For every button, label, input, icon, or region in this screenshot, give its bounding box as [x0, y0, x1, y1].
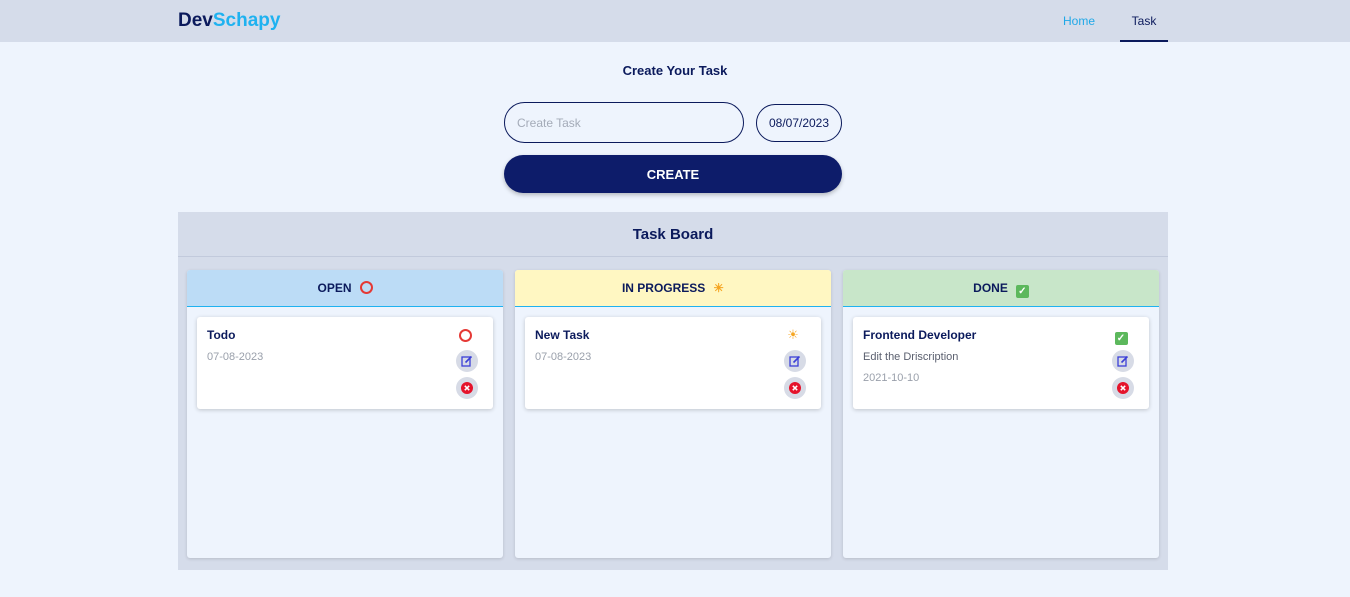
- column-done-header: DONE ✓: [843, 270, 1159, 307]
- check-mark-icon: ✓: [1015, 281, 1029, 298]
- delete-button[interactable]: [1112, 377, 1134, 399]
- column-open-label: OPEN: [317, 281, 352, 295]
- sun-icon: ☀: [713, 281, 725, 295]
- task-card[interactable]: Todo 07-08-2023: [197, 317, 493, 409]
- red-circle-icon: [457, 327, 473, 343]
- delete-button[interactable]: [784, 377, 806, 399]
- task-card-title: Frontend Developer: [863, 328, 977, 342]
- task-card-date: 07-08-2023: [207, 351, 264, 363]
- create-task-heading: Create Your Task: [622, 63, 728, 78]
- column-open-header: OPEN: [187, 270, 503, 307]
- red-circle-icon: [359, 281, 373, 295]
- nav-task-link[interactable]: Task: [1120, 0, 1168, 42]
- task-card-title: New Task: [535, 328, 590, 342]
- column-open: OPEN Todo 07-08-2023: [187, 270, 503, 558]
- task-card-date: 2021-10-10: [863, 372, 920, 384]
- task-card-description: Edit the Driscription: [863, 351, 959, 363]
- edit-icon: [789, 355, 801, 367]
- close-icon: [461, 382, 473, 394]
- task-board: Task Board OPEN Todo 07-08-2023 IN PROGR…: [178, 212, 1168, 570]
- column-in-progress: IN PROGRESS ☀ New Task 07-08-2023 ☀: [515, 270, 831, 558]
- edit-button[interactable]: [784, 350, 806, 372]
- column-done-label: DONE: [973, 281, 1008, 295]
- edit-button[interactable]: [456, 350, 478, 372]
- task-card-title: Todo: [207, 328, 236, 342]
- column-in-progress-header: IN PROGRESS ☀: [515, 270, 831, 307]
- close-icon: [789, 382, 801, 394]
- nav-home-link[interactable]: Home: [1055, 0, 1103, 42]
- create-button[interactable]: CREATE: [504, 155, 842, 193]
- task-card[interactable]: Frontend Developer Edit the Driscription…: [853, 317, 1149, 409]
- task-card-date: 07-08-2023: [535, 351, 592, 363]
- brand-name-part2: Schapy: [212, 10, 281, 31]
- edit-icon: [1117, 355, 1129, 367]
- brand-name-part1: Dev: [178, 10, 213, 31]
- task-card[interactable]: New Task 07-08-2023 ☀: [525, 317, 821, 409]
- check-mark-icon: ✓: [1113, 327, 1129, 345]
- task-board-title: Task Board: [178, 212, 1168, 257]
- close-icon: [1117, 382, 1129, 394]
- create-task-input[interactable]: [504, 102, 744, 143]
- task-date-picker[interactable]: 08/07/2023: [756, 104, 842, 142]
- top-navbar: DevSchapy Home Task: [0, 0, 1350, 42]
- column-in-progress-label: IN PROGRESS: [621, 281, 706, 295]
- edit-button[interactable]: [1112, 350, 1134, 372]
- edit-icon: [461, 355, 473, 367]
- delete-button[interactable]: [456, 377, 478, 399]
- brand-logo[interactable]: DevSchapy: [178, 10, 280, 32]
- column-done: DONE ✓ Frontend Developer Edit the Driscr…: [843, 270, 1159, 558]
- sun-icon: ☀: [787, 327, 799, 342]
